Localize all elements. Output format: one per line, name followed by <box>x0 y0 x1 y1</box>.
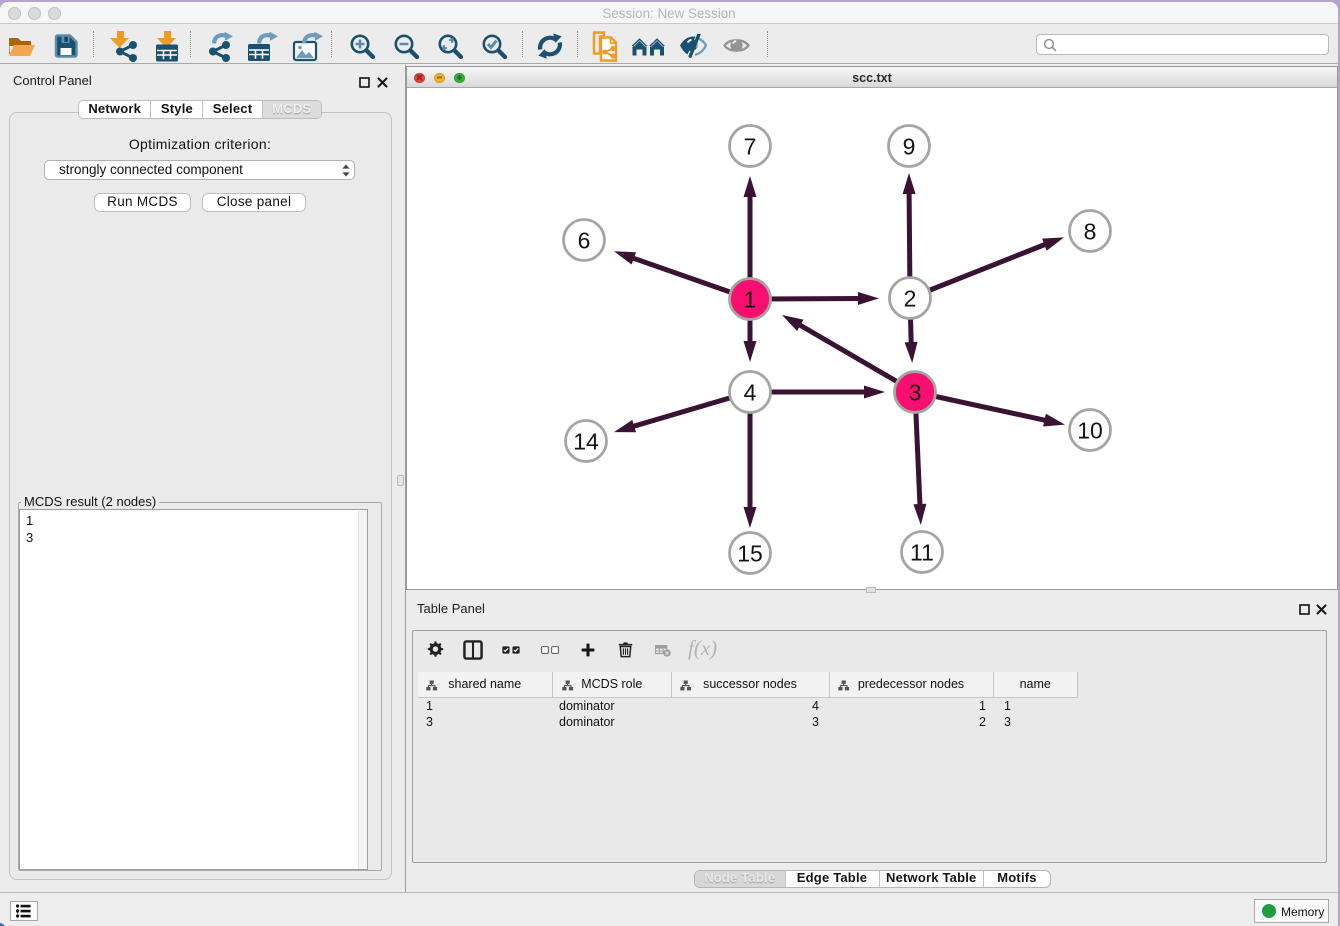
svg-text:7: 7 <box>744 134 757 160</box>
svg-text:10: 10 <box>1077 418 1103 444</box>
svg-text:9: 9 <box>903 134 916 160</box>
svg-text:3: 3 <box>909 380 922 406</box>
svg-text:15: 15 <box>737 541 763 567</box>
svg-text:1: 1 <box>744 287 757 313</box>
svg-text:2: 2 <box>904 286 917 312</box>
svg-text:11: 11 <box>910 540 934 566</box>
svg-text:14: 14 <box>573 429 599 455</box>
svg-text:4: 4 <box>744 380 757 406</box>
svg-text:8: 8 <box>1084 219 1097 245</box>
svg-text:6: 6 <box>578 228 591 254</box>
